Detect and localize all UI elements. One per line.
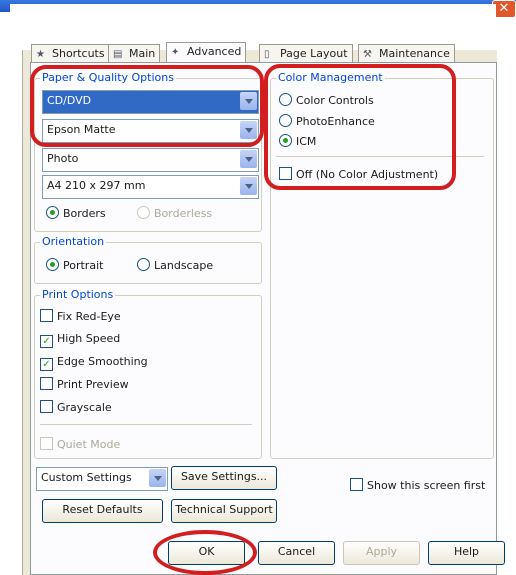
- checkbox-disabled-icon: [40, 437, 53, 450]
- orientation-title: Orientation: [40, 235, 107, 248]
- show-screen-first-checkbox[interactable]: Show this screen first: [350, 478, 485, 493]
- reset-defaults-button[interactable]: Reset Defaults: [42, 499, 163, 523]
- chevron-down-icon[interactable]: [240, 177, 257, 195]
- apply-button: Apply: [343, 541, 420, 565]
- close-icon: ✕: [498, 1, 510, 16]
- highlight-paper-options: [30, 65, 264, 147]
- checkmark-icon: ✓: [40, 335, 53, 348]
- borders-radio[interactable]: Borders: [46, 206, 106, 221]
- tab-page-layout[interactable]: ▯ Page Layout: [259, 44, 353, 63]
- radio-selected-icon: [46, 258, 59, 271]
- technical-support-button[interactable]: Technical Support: [171, 499, 277, 523]
- landscape-radio[interactable]: Landscape: [137, 258, 213, 273]
- checkbox-empty-icon: [40, 377, 53, 390]
- grayscale-checkbox[interactable]: Grayscale: [40, 400, 112, 415]
- highlight-color-management: [264, 64, 456, 190]
- checkbox-empty-icon: [40, 400, 53, 413]
- portrait-radio[interactable]: Portrait: [46, 258, 103, 273]
- radio-empty-icon: [137, 206, 150, 219]
- radio-empty-icon: [137, 258, 150, 271]
- advanced-icon: ✦: [171, 47, 180, 58]
- print-preview-checkbox[interactable]: Print Preview: [40, 377, 129, 392]
- high-speed-checkbox[interactable]: ✓ High Speed: [40, 332, 120, 348]
- quality-select[interactable]: Photo: [42, 148, 259, 172]
- tab-main[interactable]: ▤ Main: [108, 44, 161, 63]
- radio-selected-icon: [46, 206, 59, 219]
- cancel-button[interactable]: Cancel: [258, 541, 335, 565]
- tab-shortcuts[interactable]: ★ Shortcuts: [31, 44, 110, 63]
- print-options-title: Print Options: [40, 288, 116, 301]
- fix-red-eye-checkbox[interactable]: Fix Red-Eye: [40, 309, 121, 324]
- edge-smoothing-checkbox[interactable]: ✓ Edge Smoothing: [40, 355, 148, 371]
- tab-advanced[interactable]: ✦ Advanced: [166, 42, 247, 64]
- checkmark-icon: ✓: [40, 358, 53, 371]
- tab-maintenance[interactable]: ⚒ Maintenance: [358, 44, 455, 63]
- borderless-radio: Borderless: [137, 206, 212, 221]
- quiet-mode-checkbox: Quiet Mode: [40, 437, 120, 452]
- chevron-down-icon[interactable]: [240, 150, 257, 168]
- checkbox-empty-icon: [350, 478, 363, 491]
- divider: [40, 424, 252, 425]
- chevron-down-icon[interactable]: [149, 469, 166, 487]
- save-settings-button[interactable]: Save Settings...: [171, 466, 277, 490]
- custom-settings-select[interactable]: Custom Settings: [36, 467, 168, 491]
- highlight-ok-button: [153, 530, 257, 575]
- help-button[interactable]: Help: [428, 541, 505, 565]
- checkbox-empty-icon: [40, 309, 53, 322]
- paper-size-select[interactable]: A4 210 x 297 mm: [42, 175, 259, 199]
